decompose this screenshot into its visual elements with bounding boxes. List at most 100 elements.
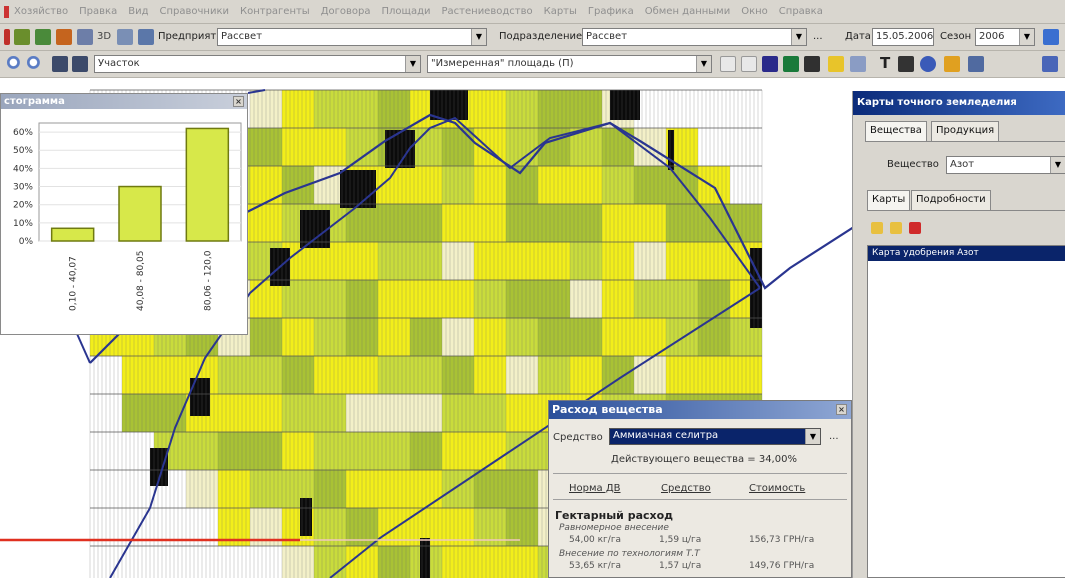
- zoom-selection-icon[interactable]: [72, 56, 88, 72]
- chevron-down-icon[interactable]: ▼: [805, 429, 820, 444]
- boundary-cell: [668, 130, 674, 170]
- document-icon[interactable]: [77, 29, 93, 45]
- chevron-down-icon[interactable]: ▼: [696, 56, 711, 72]
- polygon-tool-icon[interactable]: [783, 56, 799, 72]
- uniform-label: Равномерное внесение: [559, 523, 669, 533]
- sun-icon[interactable]: [828, 56, 844, 72]
- y-tick-label: 0%: [19, 237, 34, 247]
- season-value: 2006: [979, 31, 1005, 42]
- export-icon[interactable]: [968, 56, 984, 72]
- zoom-extent-icon[interactable]: [52, 56, 68, 72]
- column-cost[interactable]: Стоимость: [749, 483, 805, 494]
- date-field[interactable]: 15.05.2006: [872, 28, 934, 46]
- print-icon[interactable]: [850, 56, 866, 72]
- person-icon[interactable]: [56, 29, 72, 45]
- y-tick-label: 10%: [13, 219, 33, 229]
- map-means: 1,57 ц/га: [659, 561, 702, 571]
- tab-details[interactable]: Подробности: [911, 190, 991, 210]
- histogram-bar: [185, 127, 230, 242]
- text-tool-button[interactable]: T: [880, 54, 890, 72]
- maps-list[interactable]: Карта удобрения Азот: [867, 245, 1065, 578]
- menu-item-maps[interactable]: Карты: [544, 6, 577, 17]
- means-label: Средство: [553, 432, 603, 443]
- pointer-icon[interactable]: [720, 56, 736, 72]
- table-icon[interactable]: [138, 29, 154, 45]
- info-icon[interactable]: [1043, 29, 1059, 45]
- column-means[interactable]: Средство: [661, 483, 711, 494]
- active-substance-text: Действующего вещества = 34,00%: [611, 454, 797, 465]
- menu-item-contracts[interactable]: Договора: [321, 6, 371, 17]
- zoom-in-icon[interactable]: [7, 56, 23, 72]
- close-icon[interactable]: ×: [233, 96, 244, 107]
- histogram-titlebar[interactable]: стограмма ×: [1, 94, 247, 109]
- tab-substances[interactable]: Вещества: [865, 121, 927, 141]
- menu-item-references[interactable]: Справочники: [159, 6, 229, 17]
- chevron-down-icon[interactable]: ▼: [791, 29, 806, 45]
- map-window-icon[interactable]: [1042, 56, 1058, 72]
- dialog-titlebar[interactable]: Расход вещества ×: [549, 401, 851, 419]
- menu-item-help[interactable]: Справка: [779, 6, 823, 17]
- line-tool-icon[interactable]: [762, 56, 778, 72]
- menu-item-crop[interactable]: Растениеводство: [442, 6, 533, 17]
- division-browse-button[interactable]: ...: [813, 31, 823, 42]
- zoom-out-icon[interactable]: [27, 56, 43, 72]
- substance-consumption-dialog[interactable]: Расход вещества × Средство Аммиачная сел…: [548, 400, 852, 578]
- select-icon[interactable]: [741, 56, 757, 72]
- fill-icon[interactable]: [898, 56, 914, 72]
- close-icon[interactable]: ×: [836, 404, 847, 415]
- division-select[interactable]: Рассвет ▼: [582, 28, 807, 46]
- column-norm[interactable]: Норма ДВ: [569, 483, 621, 494]
- app-icon: [4, 5, 9, 18]
- menu-item-window[interactable]: Окно: [741, 6, 768, 17]
- menu-item-view[interactable]: Вид: [128, 6, 148, 17]
- menu-item-exchange[interactable]: Обмен данными: [645, 6, 731, 17]
- histogram-panel[interactable]: стограмма × 0% 10% 20% 30% 40% 50% 60% 0,10 - 4…: [0, 93, 248, 335]
- means-select[interactable]: Аммиачная селитра ▼: [609, 428, 821, 445]
- menu-item-areas[interactable]: Площади: [382, 6, 431, 17]
- copy-map-icon[interactable]: [890, 222, 902, 234]
- x-tick-label: 0,10 - 40,07: [69, 256, 79, 311]
- substance-value: Азот: [950, 159, 975, 170]
- division-value: Рассвет: [586, 31, 628, 42]
- tab-maps[interactable]: Карты: [867, 190, 911, 210]
- boundary-cell: [420, 538, 430, 578]
- histogram-chart: 0% 10% 20% 30% 40% 50% 60% 0,10 - 40,07 40,08 - …: [1, 109, 247, 334]
- tab-products[interactable]: Продукция: [931, 121, 1000, 141]
- separator: [553, 473, 847, 474]
- map-norm: 53,65 кг/га: [569, 561, 622, 571]
- globe-icon[interactable]: [920, 56, 936, 72]
- layer-value: Участок: [98, 58, 140, 69]
- chevron-down-icon[interactable]: ▼: [1019, 29, 1034, 45]
- histogram-bar: [118, 185, 162, 242]
- new-map-icon[interactable]: [871, 222, 883, 234]
- enterprise-select[interactable]: Рассвет ▼: [217, 28, 487, 46]
- y-tick-label: 20%: [13, 201, 33, 211]
- enterprise-value: Рассвет: [221, 31, 263, 42]
- main-toolbar: 3D Предприятие Рассвет ▼ Подразделение Р…: [0, 24, 1065, 51]
- grid-tool-icon[interactable]: [804, 56, 820, 72]
- season-select[interactable]: 2006 ▼: [975, 28, 1035, 46]
- menu-item-edit[interactable]: Правка: [79, 6, 117, 17]
- menu-item-contractors[interactable]: Контрагенты: [240, 6, 310, 17]
- color-icon[interactable]: [944, 56, 960, 72]
- histogram-title: стограмма: [4, 96, 65, 107]
- layer-select[interactable]: Участок ▼: [94, 55, 421, 73]
- means-browse-button[interactable]: ...: [829, 431, 839, 442]
- chevron-down-icon[interactable]: ▼: [471, 29, 486, 45]
- measure-select[interactable]: "Измеренная" площадь (П) ▼: [427, 55, 712, 73]
- dialog-title: Расход вещества: [552, 403, 663, 416]
- view-3d-button[interactable]: 3D: [97, 31, 111, 42]
- layers-icon[interactable]: [117, 29, 133, 45]
- precision-maps-title: Карты точного земледелия: [853, 91, 1065, 115]
- tractor-icon[interactable]: [14, 29, 30, 45]
- field-icon[interactable]: [35, 29, 51, 45]
- menu-item-graphics[interactable]: Графика: [588, 6, 634, 17]
- delete-map-icon[interactable]: [909, 222, 921, 234]
- menu-item-farm[interactable]: Хозяйство: [14, 6, 68, 17]
- chevron-down-icon[interactable]: ▼: [1050, 157, 1065, 173]
- chevron-down-icon[interactable]: ▼: [405, 56, 420, 72]
- list-item[interactable]: Карта удобрения Азот: [868, 246, 1065, 261]
- substance-select[interactable]: Азот ▼: [946, 156, 1065, 174]
- tab-divider: [867, 210, 1065, 211]
- date-value: 15.05.2006: [876, 31, 934, 42]
